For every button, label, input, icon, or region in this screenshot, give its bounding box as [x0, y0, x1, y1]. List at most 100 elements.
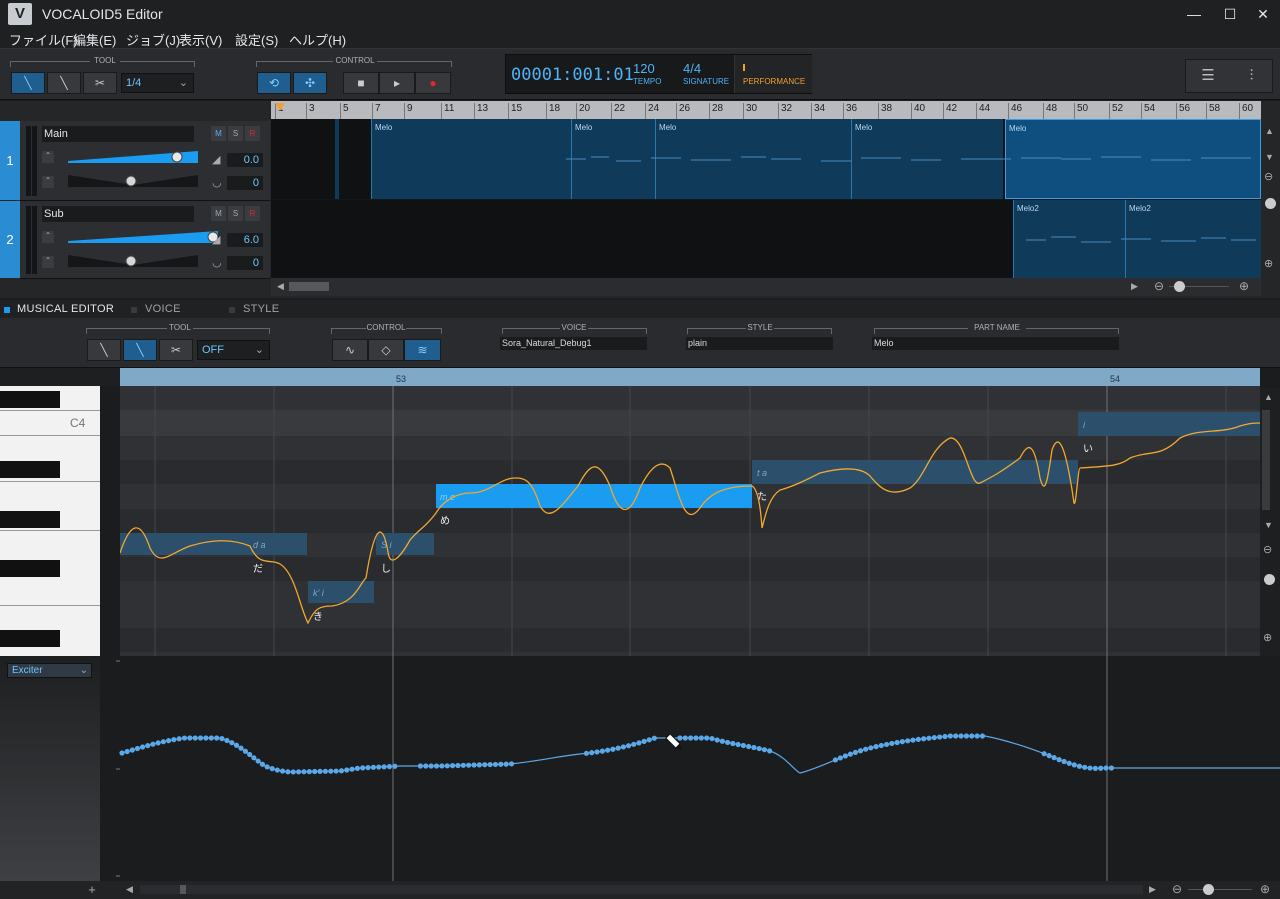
control-point[interactable]	[139, 744, 146, 750]
control-point[interactable]	[354, 765, 360, 771]
control-point[interactable]	[306, 769, 312, 775]
control-point[interactable]	[285, 769, 291, 775]
control-point[interactable]	[709, 735, 715, 742]
menu-settings[interactable]: 設定(S)	[235, 30, 278, 49]
control-point[interactable]	[392, 763, 398, 769]
control-point[interactable]	[767, 748, 773, 754]
control-point[interactable]	[503, 761, 509, 767]
pencil-tool-button[interactable]: ╲	[123, 339, 157, 361]
control-point[interactable]	[333, 768, 339, 774]
note-lyric[interactable]: い	[1083, 444, 1093, 455]
control-point[interactable]	[423, 763, 429, 769]
zoom-in-icon[interactable]: ⊕	[1260, 882, 1270, 896]
control-point[interactable]	[134, 745, 141, 752]
track-2-lane[interactable]: Melo2 Melo2	[271, 200, 1261, 278]
control-point[interactable]	[455, 762, 461, 769]
maximize-button[interactable]: ☐	[1217, 4, 1243, 24]
control-point[interactable]	[931, 734, 937, 741]
pitch-wave-button[interactable]: ∿	[332, 339, 368, 361]
pan-up-icon[interactable]: ⌃	[42, 176, 54, 188]
control-point[interactable]	[942, 733, 948, 740]
control-point[interactable]	[857, 748, 864, 754]
control-point[interactable]	[492, 761, 499, 768]
track-1-volume-slider[interactable]	[68, 149, 198, 165]
control-point[interactable]	[296, 769, 302, 775]
note-i[interactable]	[1078, 412, 1260, 436]
follow-button[interactable]: ✣	[293, 72, 327, 94]
control-point[interactable]	[615, 745, 621, 751]
control-point[interactable]	[878, 742, 884, 749]
note-lyric[interactable]: め	[440, 515, 450, 527]
scroll-down-icon[interactable]: ▼	[1265, 152, 1274, 162]
envelope-button[interactable]: ◇	[368, 339, 404, 361]
control-point[interactable]	[894, 739, 900, 746]
control-point[interactable]	[631, 741, 637, 747]
scroll-right-icon[interactable]: ▶	[1131, 281, 1138, 292]
control-point[interactable]	[915, 736, 921, 743]
timeline-ruler[interactable]: 1 3 5 7 9 11 13 15 18 20 22 24 26 28 30 32 34 36 38 40 42 44 4…	[271, 101, 1261, 119]
control-point[interactable]	[444, 763, 450, 769]
piano-roll[interactable]: 53 54 d a だ k' i き S i し m e め t a た i い	[120, 368, 1260, 656]
control-point[interactable]	[756, 745, 762, 752]
tab-musical-editor[interactable]: MUSICAL EDITOR	[17, 303, 114, 315]
control-point[interactable]	[905, 738, 911, 744]
control-point[interactable]	[487, 761, 493, 768]
control-point[interactable]	[852, 749, 859, 755]
control-point[interactable]	[863, 746, 869, 752]
control-point[interactable]	[1103, 765, 1109, 771]
control-point[interactable]	[381, 764, 387, 770]
control-point[interactable]	[255, 758, 261, 764]
control-point[interactable]	[1108, 765, 1115, 771]
hscroll-thumb[interactable]	[289, 282, 329, 291]
control-point[interactable]	[214, 735, 220, 741]
voice-field[interactable]: Sora_Natural_Debug1	[500, 337, 647, 350]
control-point[interactable]	[145, 742, 151, 749]
control-point[interactable]	[599, 748, 605, 754]
zoom-out-icon[interactable]: ⊖	[1263, 543, 1272, 556]
scissors-tool-button[interactable]: ✂	[83, 72, 117, 94]
control-point[interactable]	[1071, 762, 1077, 768]
add-parameter-button[interactable]: +	[84, 882, 100, 898]
control-point[interactable]	[1076, 763, 1083, 769]
control-point[interactable]	[376, 764, 382, 770]
parameter-canvas[interactable]	[100, 656, 1280, 881]
pencil-tool-button[interactable]: ╲	[11, 72, 45, 94]
control-point[interactable]	[610, 746, 616, 752]
control-point[interactable]	[242, 748, 249, 754]
arrangement-hscroll[interactable]: ◀ ▶ ⊖ ⊕	[271, 278, 1261, 296]
control-point[interactable]	[937, 734, 943, 740]
control-point[interactable]	[322, 768, 329, 774]
control-point[interactable]	[229, 740, 235, 746]
control-point[interactable]	[428, 763, 434, 769]
control-point[interactable]	[740, 742, 746, 749]
track-1-pan-value[interactable]: 0	[227, 176, 263, 190]
quantize-select[interactable]: 1/4 ⌄	[121, 73, 194, 93]
control-point[interactable]	[386, 763, 393, 770]
control-point[interactable]	[583, 750, 590, 756]
control-point[interactable]	[290, 769, 296, 775]
control-point[interactable]	[1098, 765, 1104, 771]
black-key[interactable]	[0, 630, 60, 647]
zoom-in-icon[interactable]: ⊕	[1239, 279, 1249, 293]
control-point[interactable]	[208, 735, 214, 741]
track-1-pan-slider[interactable]	[68, 173, 198, 189]
control-point[interactable]	[233, 742, 240, 748]
scroll-left-icon[interactable]: ◀	[126, 884, 133, 895]
control-point[interactable]	[1092, 765, 1098, 771]
control-point[interactable]	[176, 736, 182, 742]
note-me-selected[interactable]	[436, 484, 752, 508]
vertical-zoom-knob[interactable]	[1264, 574, 1275, 585]
menu-help[interactable]: ヘルプ(H)	[289, 30, 346, 49]
menu-view[interactable]: 表示(V)	[179, 30, 222, 49]
list-view-button[interactable]: ☰	[1186, 60, 1230, 92]
menu-file[interactable]: ファイル(F)	[9, 30, 78, 49]
control-point[interactable]	[360, 765, 366, 771]
control-point[interactable]	[594, 749, 600, 755]
black-key[interactable]	[0, 511, 60, 528]
track-1-number[interactable]: 1	[0, 121, 20, 200]
piano-roll-canvas[interactable]: 53 54 d a だ k' i き S i し m e め t a た i い	[120, 368, 1260, 656]
control-point[interactable]	[625, 743, 632, 749]
control-point[interactable]	[979, 733, 986, 739]
control-point[interactable]	[328, 768, 334, 774]
play-button[interactable]: ▸	[379, 72, 415, 94]
